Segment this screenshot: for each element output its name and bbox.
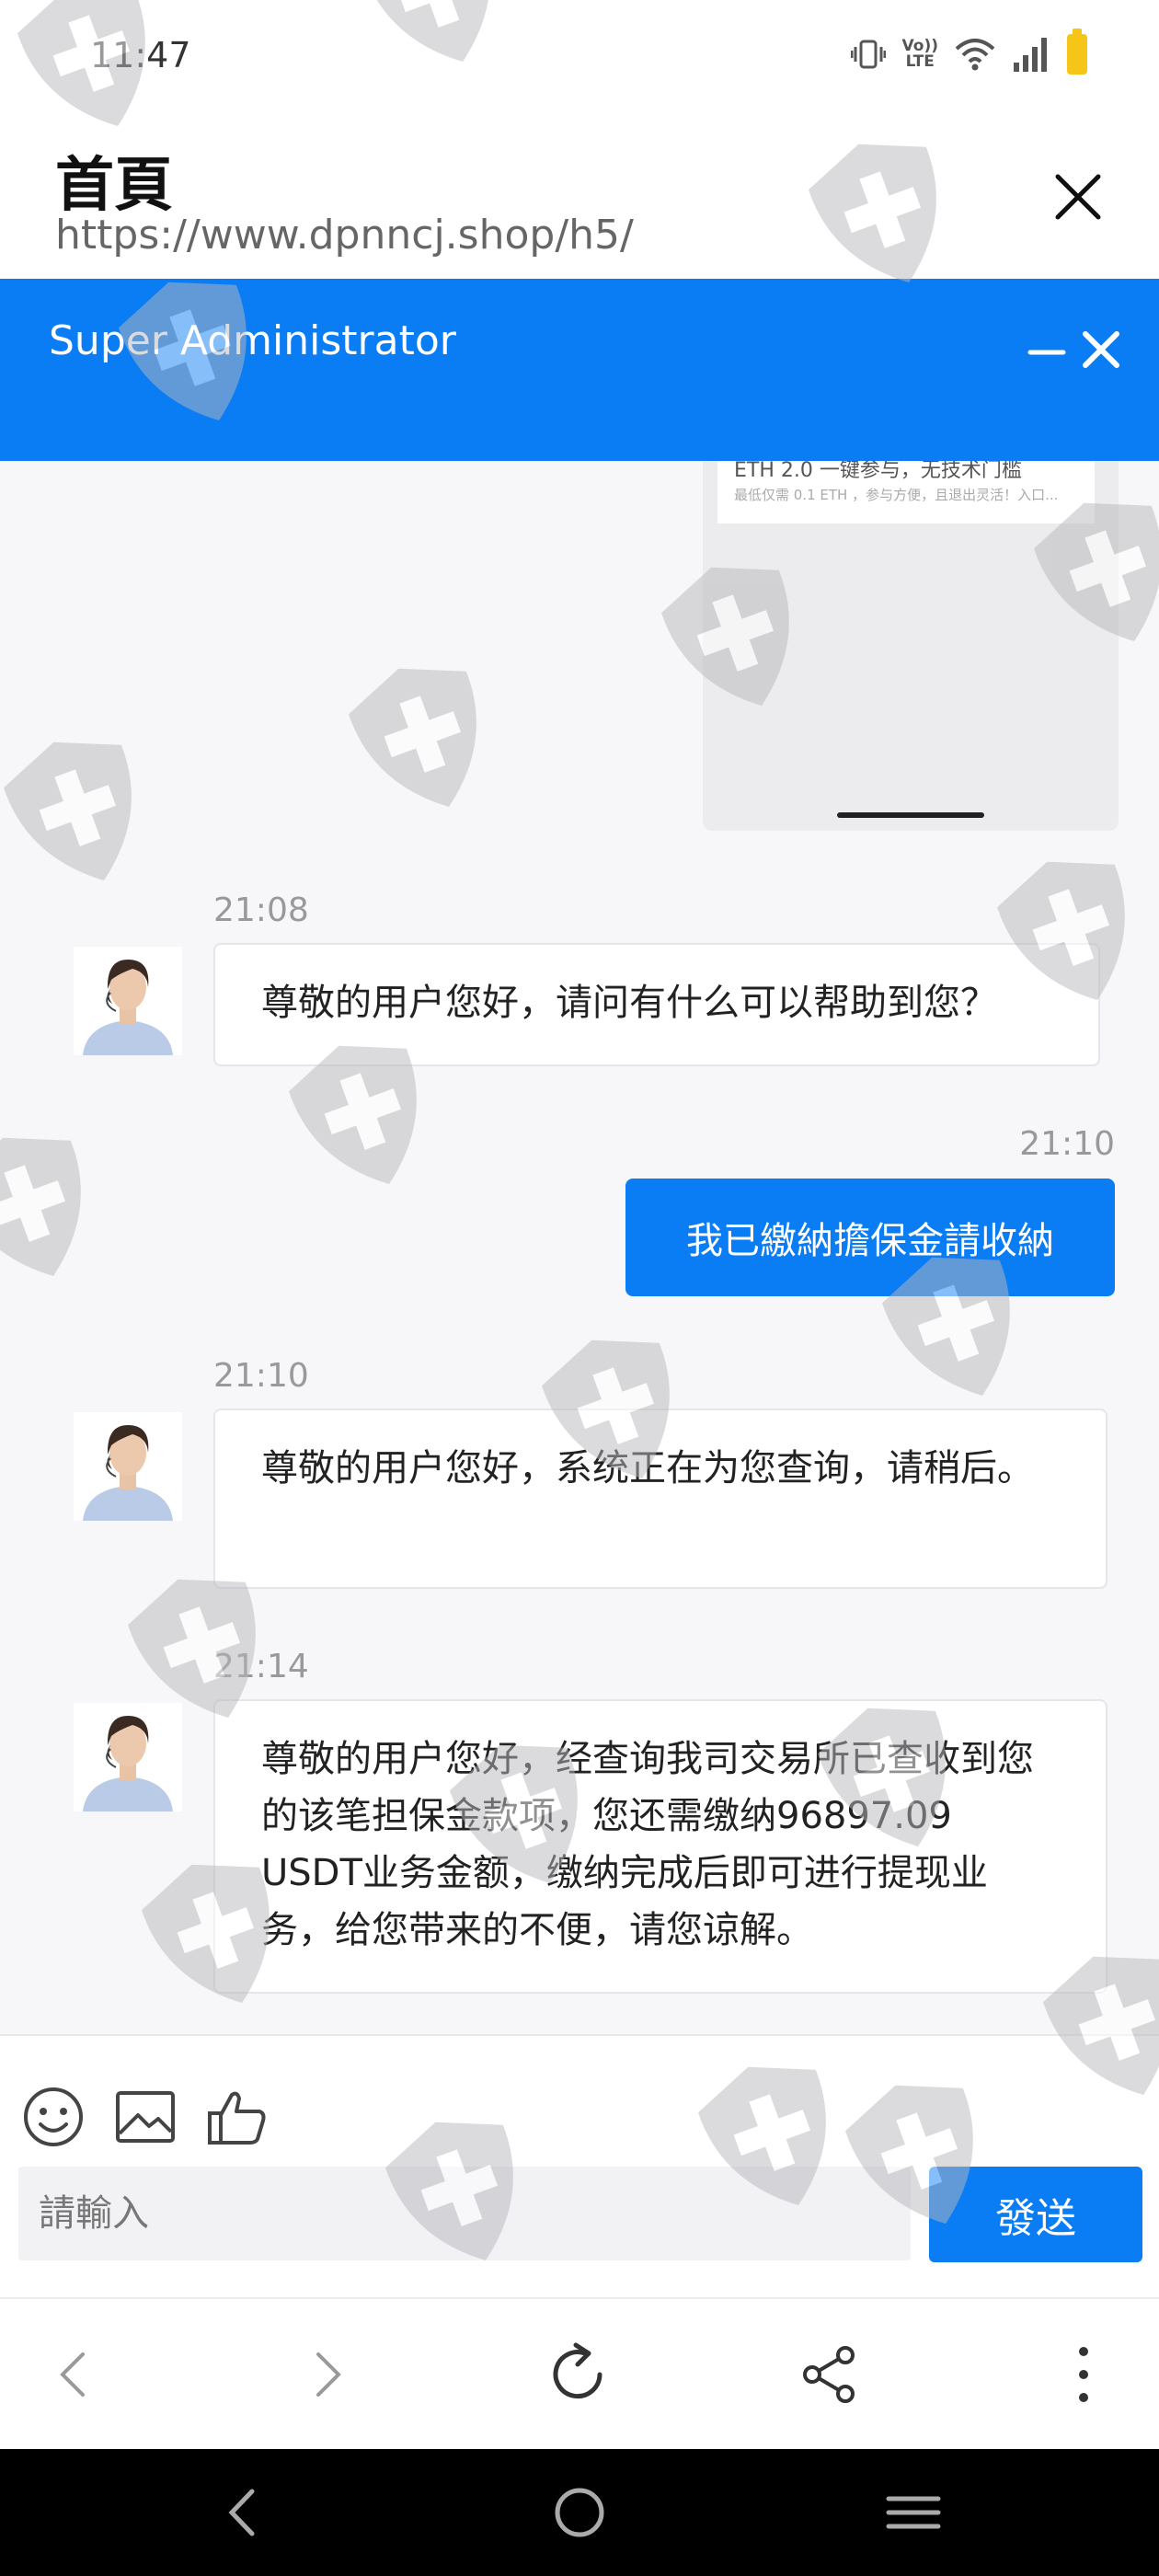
shared-image-message[interactable]: ETH 2.0 一键参与，无技术门槛 最低仅需 0.1 ETH ，参与方便，且退…: [703, 461, 1119, 831]
message-text: 尊敬的用户您好，请问有什么可以帮助到您？: [261, 982, 997, 1024]
chat-header: Super Administrator: [0, 279, 1159, 461]
composer: 發送: [0, 2034, 1159, 2299]
status-time: 11:47: [90, 35, 191, 75]
volte-icon: Vo)) LTE: [902, 39, 938, 70]
forward-arrow-icon: [316, 2352, 341, 2397]
image-icon[interactable]: [112, 2084, 178, 2150]
close-chat-icon[interactable]: [1076, 325, 1126, 374]
agent-avatar-image: [74, 947, 182, 1055]
message-time: 21:10: [1019, 1125, 1115, 1163]
status-bar: 11:47 Vo)) LTE: [0, 0, 1159, 120]
vibrate-icon: [850, 40, 886, 69]
wifi-icon: [955, 39, 995, 71]
incoming-message-bubble: 尊敬的用户您好，请问有什么可以帮助到您？: [213, 943, 1100, 1066]
system-home-icon[interactable]: [547, 2480, 612, 2545]
reload-icon: [553, 2342, 602, 2399]
share-icon: [803, 2346, 855, 2403]
signal-icon: [1014, 38, 1047, 72]
minimize-icon[interactable]: [1027, 332, 1067, 373]
agent-avatar: [74, 947, 182, 1055]
send-button[interactable]: 發送: [929, 2167, 1142, 2262]
back-arrow-icon: [60, 2352, 85, 2397]
agent-avatar-image: [74, 1703, 182, 1811]
chat-title: Super Administrator: [49, 317, 456, 364]
message-text: 我已繳納擔保金請收納: [686, 1220, 1054, 1262]
page-title: 首頁: [55, 152, 173, 220]
volte-bottom-label: LTE: [905, 52, 935, 71]
image-preview-title: ETH 2.0 一键参与，无技术门槛: [734, 461, 1022, 482]
message-text: 尊敬的用户您好，系统正在为您查询，请稍后。: [261, 1447, 1034, 1489]
back-button[interactable]: [39, 2338, 112, 2411]
close-page-icon[interactable]: [1049, 167, 1107, 226]
agent-avatar-image: [74, 1412, 182, 1521]
battery-icon: [1067, 29, 1087, 75]
outgoing-message-bubble: 我已繳納擔保金請收納: [625, 1179, 1115, 1296]
image-preview-subtitle: 最低仅需 0.1 ETH ，参与方便，且退出灵活！入口...: [734, 487, 1059, 503]
emoji-icon[interactable]: [20, 2084, 86, 2150]
more-menu-button[interactable]: [1047, 2338, 1120, 2411]
message-time: 21:08: [213, 891, 309, 929]
image-home-indicator: [837, 812, 984, 818]
system-back-icon[interactable]: [212, 2480, 276, 2545]
message-text: 尊敬的用户您好，经查询我司交易所已查收到您的该笔担保金款项，您还需缴纳96897…: [261, 1738, 1034, 1951]
share-button[interactable]: [793, 2338, 866, 2411]
thumbs-up-icon[interactable]: [204, 2084, 270, 2150]
forward-button[interactable]: [289, 2338, 362, 2411]
browser-toolbar: [0, 2297, 1159, 2451]
page-url[interactable]: https://www.dpnncj.shop/h5/: [55, 212, 634, 259]
more-vertical-icon: [1079, 2347, 1088, 2402]
status-icons: Vo)) LTE: [850, 29, 1087, 77]
agent-avatar: [74, 1412, 182, 1521]
chat-messages[interactable]: ETH 2.0 一键参与，无技术门槛 最低仅需 0.1 ETH ，参与方便，且退…: [0, 461, 1159, 2034]
message-input[interactable]: [18, 2167, 911, 2260]
image-preview-card: ETH 2.0 一键参与，无技术门槛 最低仅需 0.1 ETH ，参与方便，且退…: [717, 461, 1095, 523]
incoming-message-bubble: 尊敬的用户您好，经查询我司交易所已查收到您的该笔担保金款项，您还需缴纳96897…: [213, 1699, 1107, 1994]
browser-header: 首頁 https://www.dpnncj.shop/h5/: [0, 120, 1159, 279]
agent-avatar: [74, 1703, 182, 1811]
message-time: 21:14: [213, 1648, 309, 1685]
system-navigation-bar: [0, 2449, 1159, 2576]
incoming-message-bubble: 尊敬的用户您好，系统正在为您查询，请稍后。: [213, 1409, 1107, 1589]
reload-button[interactable]: [543, 2338, 616, 2411]
system-recents-icon[interactable]: [881, 2480, 946, 2545]
message-time: 21:10: [213, 1357, 309, 1395]
